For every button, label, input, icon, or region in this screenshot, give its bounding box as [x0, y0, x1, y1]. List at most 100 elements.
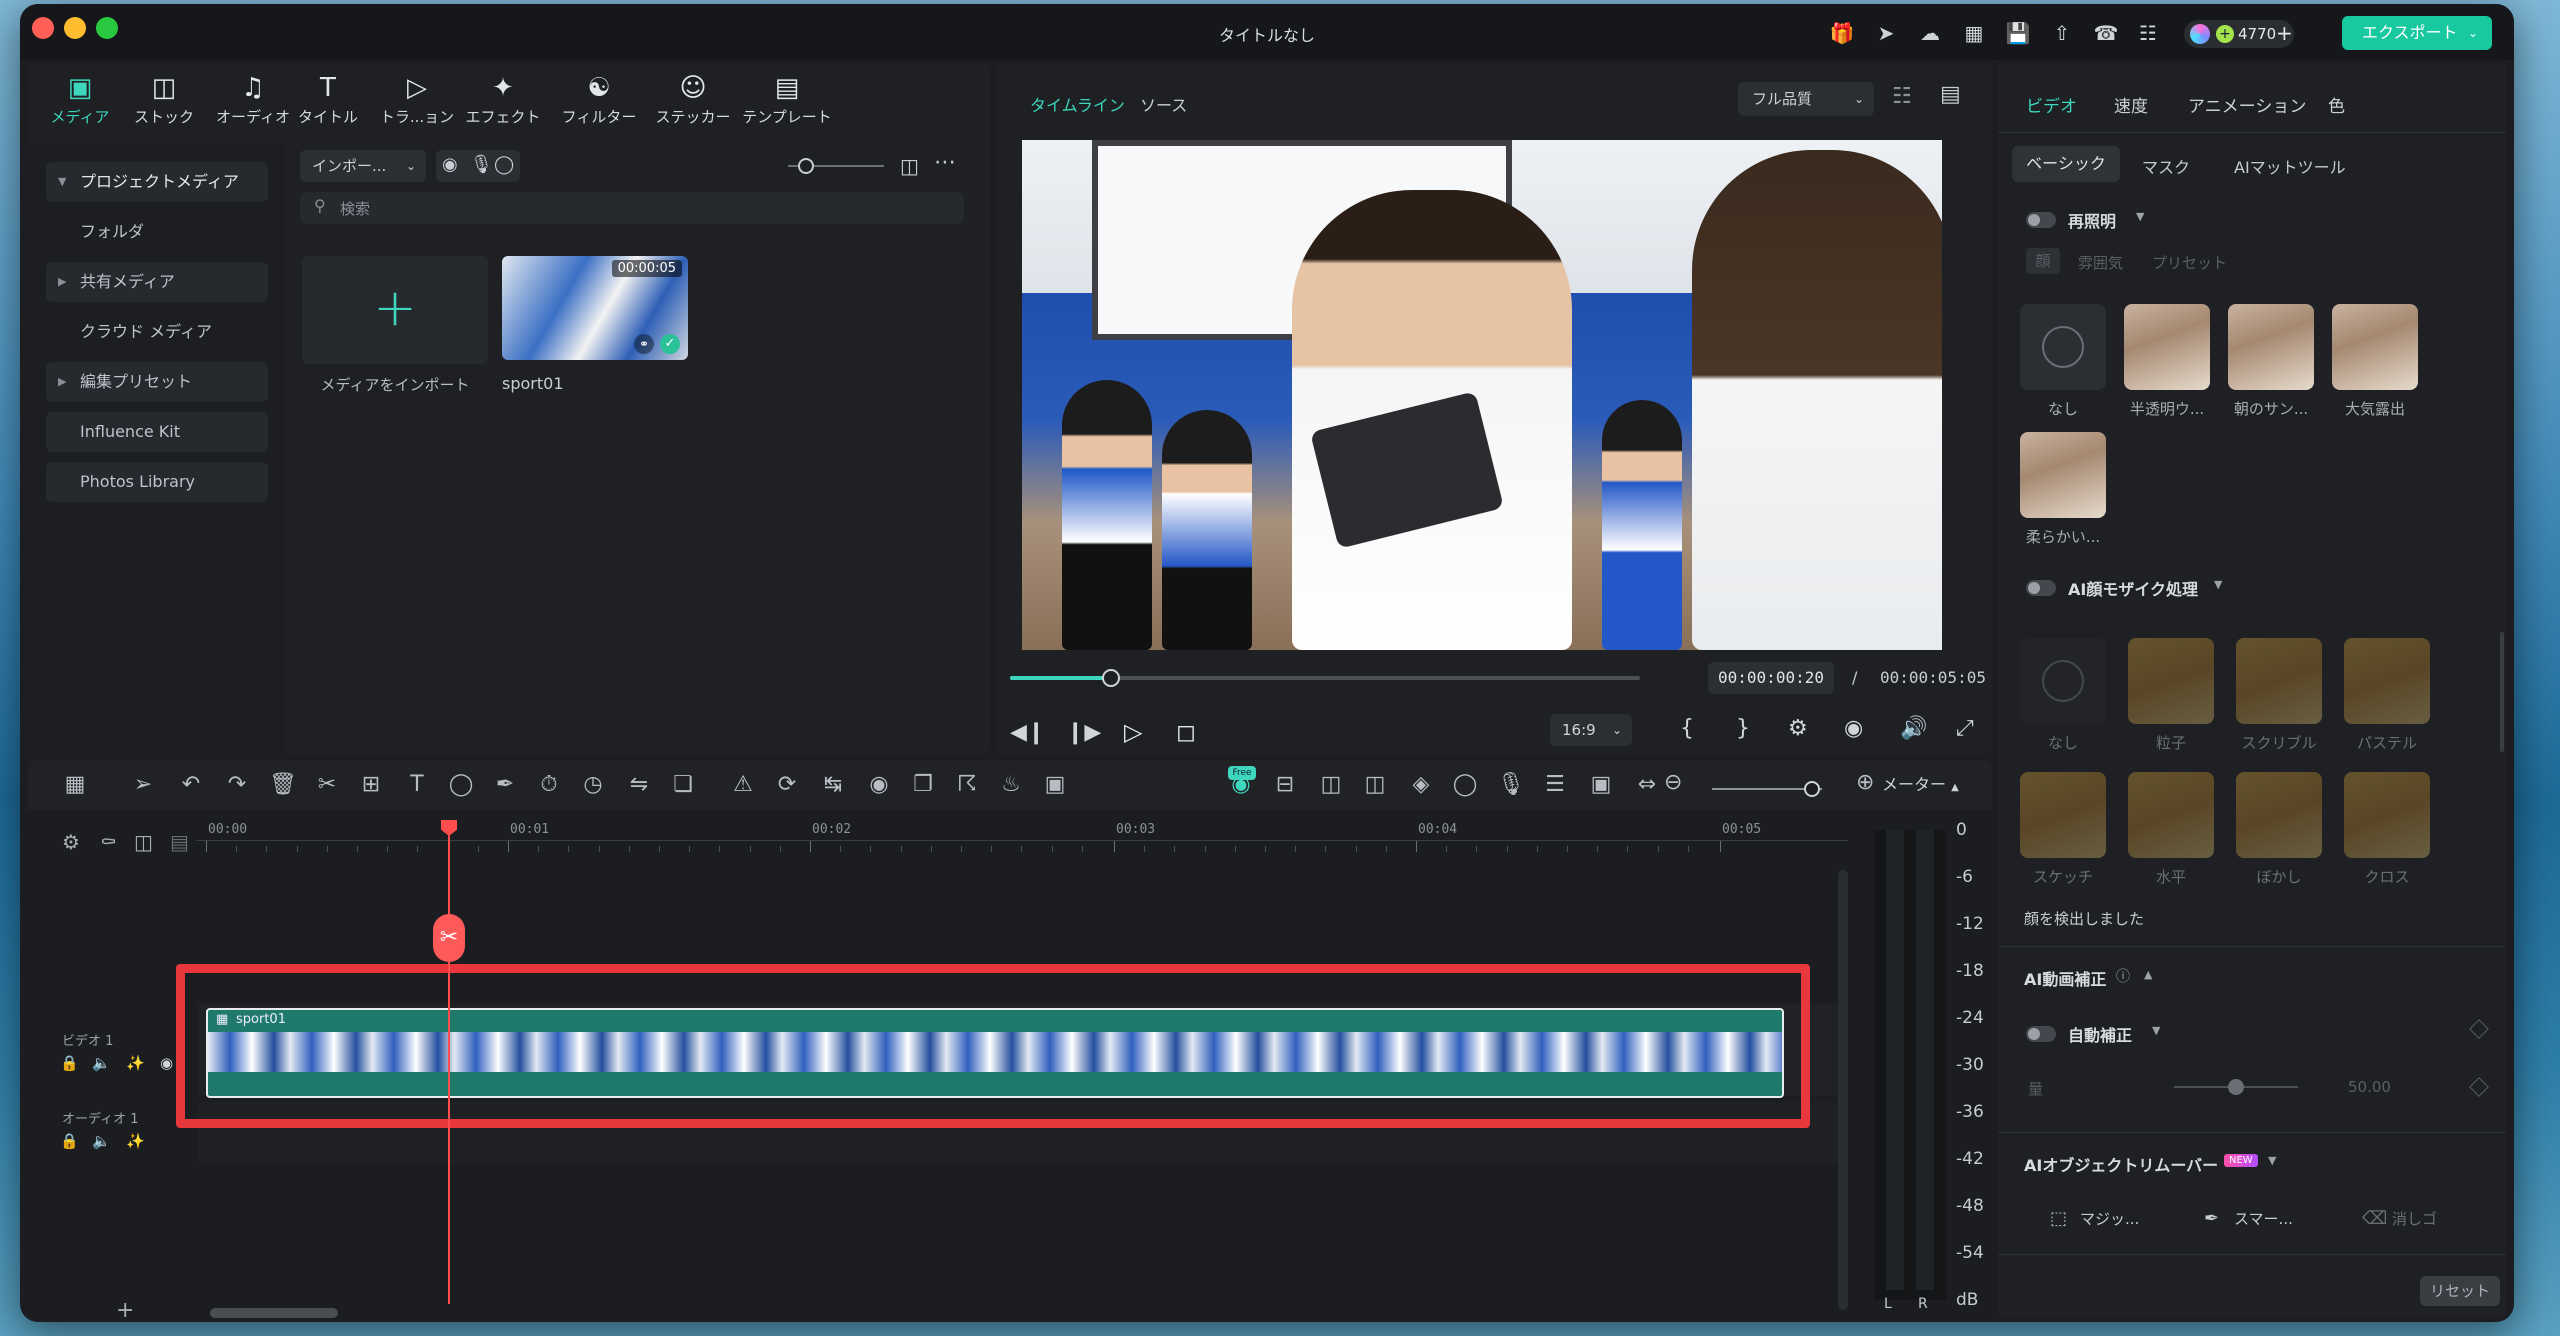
timer-icon[interactable]: ◷ — [578, 770, 608, 800]
reset-button[interactable]: リセット — [2420, 1276, 2500, 1306]
zoom-in-icon[interactable]: ⊕ — [1856, 770, 1874, 795]
redo-icon[interactable]: ↷ — [222, 770, 252, 800]
filter-icon[interactable]: ◫ — [900, 154, 919, 178]
mute-icon[interactable]: 🔈 — [92, 1132, 111, 1150]
freeze-icon[interactable]: ❏ — [668, 770, 698, 800]
caret-up-icon[interactable]: ▲ — [2144, 968, 2152, 981]
layout-grid-icon[interactable]: ▦ — [60, 770, 90, 800]
mosaic-preset[interactable] — [2344, 638, 2430, 724]
undo-icon[interactable]: ↶ — [176, 770, 206, 800]
subtab-mask[interactable]: マスク — [2142, 154, 2190, 178]
unlink-icon[interactable]: ⚰ — [100, 830, 117, 854]
preview-scrubber[interactable] — [1010, 669, 1640, 687]
tab-animation[interactable]: アニメーション — [2188, 92, 2306, 117]
sidebar-item[interactable]: ▶ 共有メディア — [46, 262, 268, 302]
track-layout-icon[interactable]: ▤ — [170, 830, 189, 854]
apps-grid-icon[interactable]: ☷ — [2134, 20, 2162, 46]
lock-icon[interactable]: 🔒 — [60, 1132, 79, 1150]
remover-tool-smart[interactable]: スマー... — [2234, 1208, 2293, 1229]
scrubber-thumb[interactable] — [1101, 669, 1120, 687]
mark-in-icon[interactable]: { — [1680, 716, 1694, 741]
quality-dropdown[interactable]: フル品質 ⌄ — [1738, 82, 1874, 116]
smart-brush-icon[interactable]: ✒ — [2204, 1208, 2219, 1229]
relight-subtab-preset[interactable]: プリセット — [2152, 252, 2227, 273]
media-clip-sport01[interactable]: 00:00:05 ✓ ⚭ — [502, 256, 688, 360]
save-icon[interactable]: 💾 — [2004, 20, 2032, 46]
stabilize-icon[interactable]: ◫ — [1316, 770, 1346, 800]
thumbnail-size-slider[interactable] — [788, 158, 884, 174]
stop-icon[interactable]: ◻ — [1176, 718, 1196, 746]
import-media-tile[interactable]: + — [302, 256, 488, 364]
meter-toggle[interactable]: メーター ▲ — [1882, 770, 1959, 800]
gift-icon[interactable]: 🎁 — [1828, 20, 1856, 46]
relight-subtab-face[interactable]: 顔 — [2026, 248, 2060, 274]
panel-scrollbar[interactable] — [2500, 632, 2504, 752]
add-credits-icon[interactable]: + — [2276, 21, 2293, 45]
tab-timeline[interactable]: タイムライン — [1030, 92, 1125, 116]
scissors-icon[interactable]: ✂ — [433, 914, 465, 962]
ai-replace-icon[interactable]: ↹ — [818, 770, 848, 800]
add-icon[interactable]: + — [116, 1298, 134, 1322]
magic-icon[interactable]: ✨ — [126, 1132, 145, 1150]
aspect-ratio-dropdown[interactable]: 16:9 ⌄ — [1550, 714, 1632, 746]
eye-icon[interactable]: ◉ — [160, 1054, 173, 1072]
pen-icon[interactable]: ✒ — [490, 770, 520, 800]
zoom-out-icon[interactable]: ⊖ — [1664, 770, 1682, 795]
mosaic-toggle[interactable] — [2026, 580, 2056, 596]
keyframe-icon[interactable] — [2469, 1019, 2489, 1039]
select-icon[interactable]: ➢ — [128, 770, 158, 800]
mixer-icon[interactable]: ☰ — [1540, 770, 1570, 800]
subtab-ai-matte[interactable]: AIマットツール — [2234, 154, 2346, 178]
tool-stock[interactable]: ◫ ストック — [128, 70, 200, 140]
relight-toggle[interactable] — [2026, 212, 2056, 228]
slider-thumb[interactable] — [1804, 781, 1820, 797]
sidebar-item[interactable]: クラウド メディア — [46, 312, 268, 352]
more-options-icon[interactable]: ⋯ — [934, 150, 957, 175]
playhead[interactable] — [448, 826, 450, 1304]
tab-source[interactable]: ソース — [1140, 92, 1187, 116]
remover-tool-magic[interactable]: マジッ... — [2080, 1208, 2139, 1229]
mosaic-preset[interactable] — [2128, 772, 2214, 858]
timeline-vertical-scrollbar[interactable] — [1838, 870, 1848, 1310]
amount-slider[interactable] — [2174, 1079, 2298, 1095]
magic-icon[interactable]: ✨ — [126, 1054, 145, 1072]
relight-subtab-atmosphere[interactable]: 雰囲気 — [2078, 252, 2123, 273]
auto-enhance-toggle[interactable] — [2026, 1026, 2056, 1042]
help-icon[interactable]: ⓘ — [2116, 966, 2130, 986]
video-preview-frame[interactable] — [1022, 140, 1942, 650]
translate-icon[interactable]: ☈ — [952, 770, 982, 800]
amount-value[interactable]: 50.00 — [2348, 1078, 2391, 1096]
import-dropdown[interactable]: インポー... ⌄ — [300, 150, 426, 182]
slider-thumb[interactable] — [2228, 1079, 2244, 1095]
shape-icon[interactable]: ◯ — [446, 770, 476, 800]
add-track-icon[interactable]: ◫ — [134, 830, 153, 854]
tab-speed[interactable]: 速度 — [2114, 92, 2148, 117]
grid-view-icon[interactable]: ☷ — [1892, 84, 1912, 109]
mosaic-preset[interactable] — [2020, 772, 2106, 858]
ai-cut-icon[interactable]: ⚠ — [728, 770, 758, 800]
export-button[interactable]: エクスポート ⌄ — [2342, 16, 2492, 50]
shield-icon[interactable]: ◯ — [1450, 770, 1480, 800]
sidebar-item[interactable]: ▼ プロジェクトメディア — [46, 162, 268, 202]
snapshot-icon[interactable]: ▣ — [1586, 770, 1616, 800]
support-icon[interactable]: ☎ — [2092, 20, 2120, 46]
fullscreen-icon[interactable]: ⤢ — [1956, 716, 1974, 741]
subtab-basic[interactable]: ベーシック — [2012, 146, 2120, 182]
ai-portrait-icon[interactable]: ◉ — [864, 770, 894, 800]
mosaic-preset[interactable] — [2344, 772, 2430, 858]
mosaic-preset[interactable] — [2020, 638, 2106, 724]
tab-color[interactable]: 色 — [2328, 92, 2345, 117]
caret-down-icon[interactable]: ▼ — [2268, 1154, 2276, 1167]
magic-select-icon[interactable]: ⬚ — [2050, 1208, 2067, 1229]
camera-snapshot-icon[interactable]: ◉ — [1844, 716, 1863, 741]
color-palette-icon[interactable]: ♨ — [996, 770, 1026, 800]
render-settings-icon[interactable]: ⚙ — [1788, 716, 1808, 741]
timeline-zoom-slider[interactable] — [1712, 781, 1822, 797]
mosaic-preset[interactable] — [2128, 638, 2214, 724]
tool-filter[interactable]: ☯ フィルター — [554, 70, 644, 140]
speed-icon[interactable]: ⏱ — [534, 770, 564, 800]
sidebar-item[interactable]: Influence Kit — [46, 412, 268, 452]
timeline-clip-sport01[interactable]: ▦ sport01 — [206, 1008, 1784, 1098]
remover-tool-eraser[interactable]: 消しゴ — [2392, 1208, 2437, 1229]
current-time[interactable]: 00:00:00:20 — [1708, 662, 1834, 694]
